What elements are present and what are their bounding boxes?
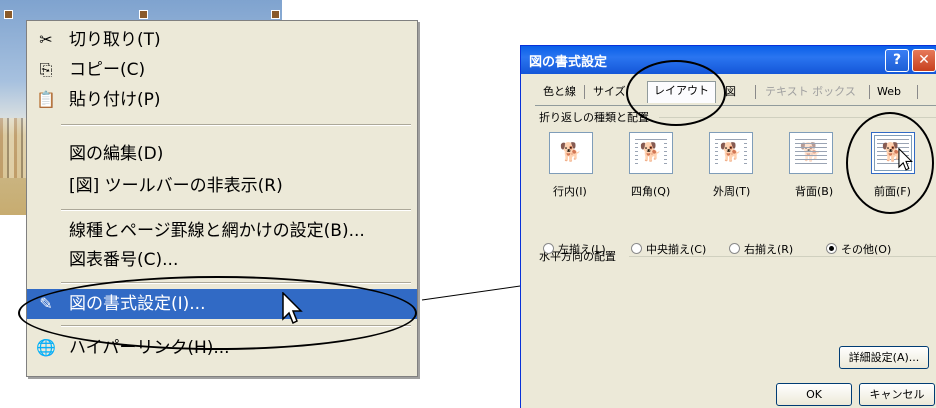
tab-picture[interactable]: 図 [725,83,736,101]
menu-item-label: [図] ツールバーの非表示(R) [69,176,283,196]
align-right-radio[interactable]: 右揃え(R) [729,241,793,257]
ok-button[interactable]: OK [776,383,852,406]
annotation-ellipse-menu [18,276,417,350]
tab-textbox[interactable]: テキスト ボックス [765,83,856,101]
menu-item-label: コピー(C) [69,60,146,80]
tab-panel-border [535,105,936,106]
radio-button[interactable] [826,243,837,254]
dog-icon: 🐕 [718,141,744,165]
scissors-icon: ✂ [39,30,53,49]
dialog-title: 図の書式設定 [529,55,608,70]
menu-separator [61,124,411,126]
wrap-group-label: 折り返しの種類と配置 [539,111,649,124]
radio-button[interactable] [631,243,642,254]
tab-divider [917,85,918,99]
wrap-option-label: 背面(B) [795,185,834,198]
cancel-button[interactable]: キャンセル [859,383,935,406]
radio-button[interactable] [543,243,554,254]
annotation-ellipse-layout-tab [626,60,726,126]
help-button[interactable]: ? [885,49,909,72]
tab-divider [869,85,870,99]
wrap-option-label: 四角(Q) [631,185,671,198]
annotation-ellipse-in-front [846,112,934,214]
tab-divider [584,85,585,99]
menu-item-cut[interactable]: ✂ 切り取り(T) [27,25,417,55]
tab-divider [755,85,756,99]
format-picture-dialog: 図の書式設定 ? ✕ 色と線 サイズ レイアウト 図 テキスト ボックス Web… [520,45,936,408]
wrap-square-button[interactable]: 🐕 [629,132,673,174]
tab-size[interactable]: サイズ [593,83,626,101]
advanced-button[interactable]: 詳細設定(A)... [839,346,929,369]
menu-item-label: 切り取り(T) [69,30,161,50]
wrap-inline-button[interactable]: 🐕 [549,132,593,174]
wrap-tight-button[interactable]: 🐕 [709,132,753,174]
dog-icon: 🐕 [638,141,664,165]
tab-colors-lines[interactable]: 色と線 [543,83,576,101]
wrap-option-label: 行内(I) [553,185,587,198]
menu-item-label: 図の編集(D) [69,144,164,164]
paste-icon: 📋 [36,90,56,109]
close-button[interactable]: ✕ [912,49,936,72]
tab-web[interactable]: Web [877,83,901,101]
menu-item-borders-shading[interactable]: 線種とページ罫線と網かけの設定(B)... [27,216,417,246]
wrap-behind-text-button[interactable]: 🐕 [789,132,833,174]
menu-item-paste[interactable]: 📋 貼り付け(P) [27,85,417,115]
menu-item-label: 図表番号(C)... [69,250,179,270]
resize-handle-top-right[interactable] [271,10,280,19]
hyperlink-globe-icon: 🌐 [36,338,56,357]
resize-handle-top-middle[interactable] [139,10,148,19]
radio-button[interactable] [729,243,740,254]
copy-icon: ⎘ [39,60,53,79]
align-other-radio[interactable]: その他(O) [826,241,891,257]
menu-item-hide-toolbar[interactable]: [図] ツールバーの非表示(R) [27,171,417,201]
text-lines [795,139,827,167]
menu-separator [61,209,411,211]
menu-item-copy[interactable]: ⎘ コピー(C) [27,55,417,85]
align-center-radio[interactable]: 中央揃え(C) [631,241,706,257]
dog-icon: 🐕 [559,142,583,163]
menu-item-edit-picture[interactable]: 図の編集(D) [27,139,417,169]
resize-handle-top-left[interactable] [4,10,13,19]
align-left-radio[interactable]: 左揃え(L) [543,241,606,257]
wrap-option-label: 外周(T) [713,185,751,198]
menu-item-label: 線種とページ罫線と網かけの設定(B)... [69,221,365,241]
menu-item-label: 貼り付け(P) [69,90,161,110]
dialog-titlebar[interactable]: 図の書式設定 ? ✕ [521,46,936,74]
menu-item-caption[interactable]: 図表番号(C)... [27,245,417,275]
